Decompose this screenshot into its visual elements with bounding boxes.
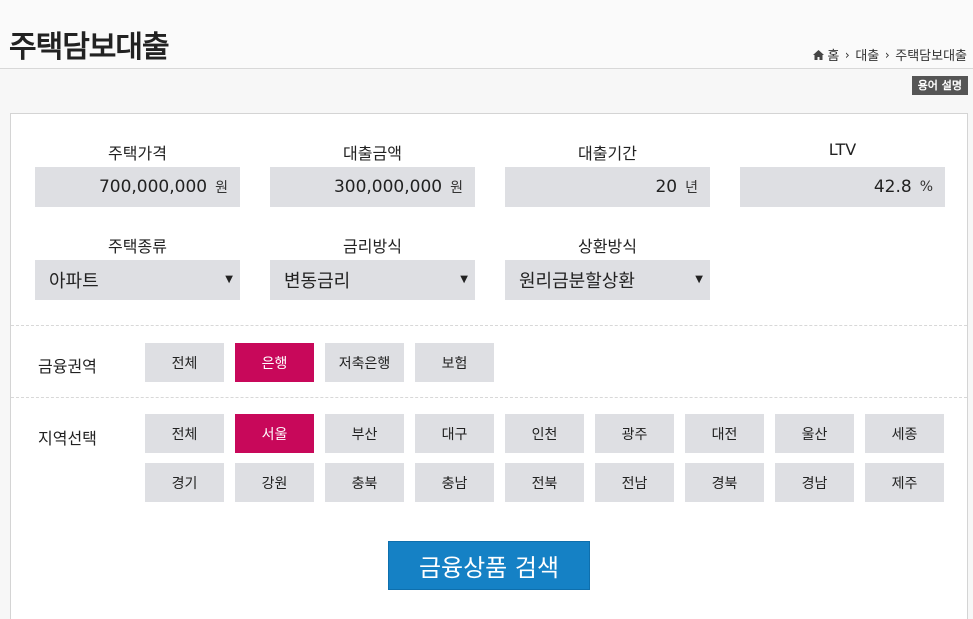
- house-price-label: 주택가격: [108, 144, 167, 163]
- sector-chip[interactable]: 전체: [145, 343, 224, 382]
- ltv-unit: %: [919, 179, 933, 195]
- page-title: 주택담보대출: [9, 30, 170, 65]
- house-type-label: 주택종류: [108, 237, 167, 256]
- search-products-button[interactable]: 금융상품 검색: [388, 541, 590, 590]
- sector-chip[interactable]: 보험: [415, 343, 494, 382]
- region-label: 지역선택: [38, 429, 97, 448]
- loan-term-input[interactable]: 20 년: [505, 167, 710, 207]
- region-chip[interactable]: 울산: [775, 414, 854, 453]
- chevron-right-icon: ›: [884, 47, 890, 62]
- breadcrumb: 홈 › 대출 › 주택담보대출: [813, 45, 967, 64]
- house-price-input[interactable]: 700,000,000 원: [35, 167, 240, 207]
- region-chip[interactable]: 충남: [415, 463, 494, 502]
- house-type-select[interactable]: 아파트 ▼: [35, 260, 240, 300]
- house-price-value: 700,000,000: [98, 177, 208, 197]
- region-chip[interactable]: 경기: [145, 463, 224, 502]
- region-chip[interactable]: 경북: [685, 463, 764, 502]
- sector-chip-selected[interactable]: 은행: [235, 343, 314, 382]
- dropdown-caret-icon: ▼: [460, 274, 468, 285]
- region-chip[interactable]: 전체: [145, 414, 224, 453]
- loan-amount-input[interactable]: 300,000,000 원: [270, 167, 475, 207]
- region-chip[interactable]: 충북: [325, 463, 404, 502]
- repay-type-selected: 원리금분할상환: [519, 271, 635, 292]
- breadcrumb-current: 주택담보대출: [895, 49, 967, 64]
- section-divider: [11, 397, 967, 398]
- region-chip[interactable]: 부산: [325, 414, 404, 453]
- rate-type-select[interactable]: 변동금리 ▼: [270, 260, 475, 300]
- loan-amount-value: 300,000,000: [333, 177, 443, 197]
- region-chip[interactable]: 전북: [505, 463, 584, 502]
- home-icon[interactable]: [813, 49, 825, 60]
- house-price-unit: 원: [215, 180, 228, 196]
- dropdown-caret-icon: ▼: [695, 274, 703, 285]
- chevron-right-icon: ›: [844, 47, 850, 62]
- breadcrumb-loan[interactable]: 대출: [855, 45, 879, 64]
- ltv-label: LTV: [828, 140, 857, 159]
- repay-type-select[interactable]: 원리금분할상환 ▼: [505, 260, 710, 300]
- glossary-button[interactable]: 용어 설명: [911, 76, 968, 95]
- region-chip[interactable]: 강원: [235, 463, 314, 502]
- ltv-input[interactable]: 42.8 %: [740, 167, 945, 207]
- region-chip[interactable]: 대구: [415, 414, 494, 453]
- repay-type-label: 상환방식: [578, 237, 637, 256]
- breadcrumb-home[interactable]: 홈: [827, 45, 839, 64]
- rate-type-selected: 변동금리: [284, 271, 351, 292]
- region-chip[interactable]: 세종: [865, 414, 944, 453]
- region-chip[interactable]: 광주: [595, 414, 674, 453]
- region-chip[interactable]: 경남: [775, 463, 854, 502]
- region-chip[interactable]: 제주: [865, 463, 944, 502]
- region-chip[interactable]: 인천: [505, 414, 584, 453]
- loan-amount-unit: 원: [450, 180, 463, 196]
- region-chip[interactable]: 대전: [685, 414, 764, 453]
- dropdown-caret-icon: ▼: [225, 274, 233, 285]
- loan-term-unit: 년: [685, 180, 698, 196]
- loan-amount-label: 대출금액: [343, 144, 402, 163]
- region-chip[interactable]: 전남: [595, 463, 674, 502]
- sector-chip[interactable]: 저축은행: [325, 343, 404, 382]
- loan-search-panel: 주택가격 700,000,000 원 대출금액 300,000,000 원 대출…: [10, 113, 968, 619]
- loan-term-value: 20: [655, 177, 678, 197]
- region-chip-selected[interactable]: 서울: [235, 414, 314, 453]
- rate-type-label: 금리방식: [343, 237, 402, 256]
- section-divider: [11, 325, 967, 326]
- finance-sector-label: 금융권역: [38, 357, 97, 376]
- page-header: 주택담보대출 홈 › 대출 › 주택담보대출: [0, 0, 973, 69]
- house-type-selected: 아파트: [49, 271, 99, 292]
- ltv-value: 42.8: [873, 177, 912, 197]
- loan-term-label: 대출기간: [578, 144, 637, 163]
